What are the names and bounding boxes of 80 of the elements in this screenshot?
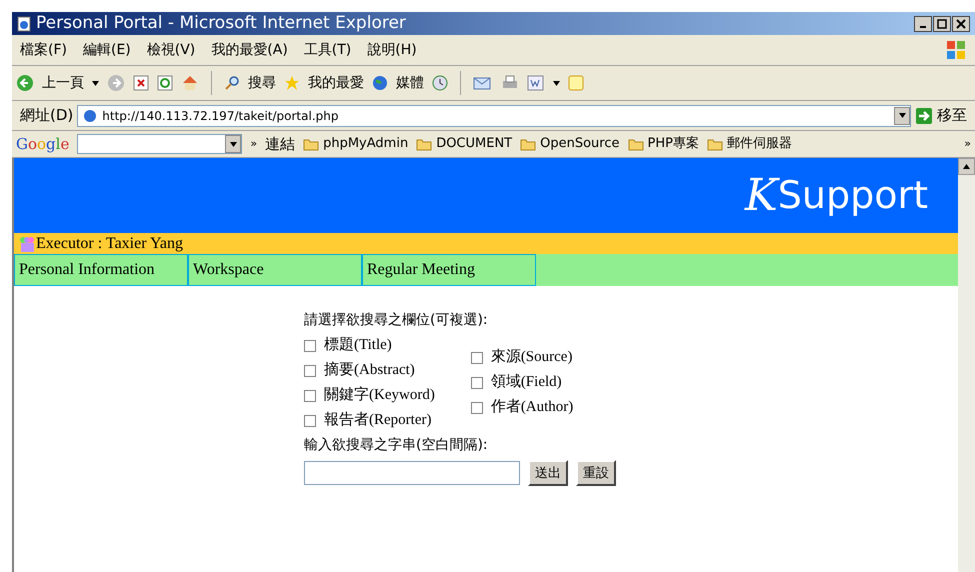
menu-item[interactable]: 說明(H) [367,40,417,60]
menu-item[interactable]: 編輯(E) [82,40,131,60]
media-button[interactable]: 媒體 [396,72,424,94]
checkbox-label: 來源(Source) [490,348,572,367]
favorites-button[interactable]: 我的最愛 [308,72,364,94]
dropdown-caret-icon[interactable] [230,142,237,146]
checkbox-label: 作者(Author) [490,398,574,417]
minimize-button[interactable] [914,16,932,32]
windows-flag-icon [945,39,967,61]
google-logo[interactable]: Google [16,132,70,156]
search-button[interactable]: 搜尋 [248,72,276,94]
link-item[interactable]: 郵件伺服器 [726,134,792,154]
folder-icon [706,138,723,150]
menu-item[interactable]: 我的最愛(A) [211,40,288,60]
link-item[interactable]: OpenSource [540,134,620,154]
menu-item[interactable]: 檢視(V) [146,40,196,60]
checkbox-label: 摘要(Abstract) [324,360,415,380]
link-item[interactable]: DOCUMENT [436,134,512,154]
address-label: 網址(D) [20,105,74,126]
checkbox[interactable] [470,352,483,364]
more-chevron[interactable]: » [964,136,971,152]
links-label: 連結 [265,134,296,155]
folder-icon [303,138,320,150]
checkbox[interactable] [304,364,316,376]
refresh-icon[interactable] [157,75,173,91]
dropdown-caret-icon[interactable] [553,80,560,86]
toolbar-chevron[interactable]: » [250,136,258,152]
close-button[interactable] [952,16,970,32]
mail-icon[interactable] [473,75,493,91]
browser-icon [16,16,32,32]
checkbox[interactable] [304,414,316,426]
query-label: 輸入欲搜尋之字串(空白間隔): [304,436,489,455]
checkbox-label: 標題(Title) [324,336,392,355]
folder-icon [520,138,536,150]
menu-item[interactable]: 檔案(F) [20,40,67,60]
note-icon[interactable] [568,75,584,91]
history-icon[interactable] [432,75,448,91]
back-button[interactable]: 上一頁 [42,72,84,94]
star-icon[interactable] [284,75,300,91]
search-icon[interactable] [224,75,240,91]
word-document-icon[interactable] [527,75,545,91]
folder-icon [628,138,644,150]
query-field[interactable] [304,461,520,485]
page-icon [82,108,98,124]
home-icon[interactable] [181,74,199,92]
nav-tab[interactable]: Personal Information [14,254,188,286]
scrollbar[interactable] [958,158,975,572]
close-icon [956,18,966,28]
address-field[interactable]: http://140.113.72.197/takeit/portal.php [77,104,911,126]
checkbox-label: 報告者(Reporter) [324,410,432,430]
field-prompt: 請選擇欲搜尋之欄位(可複選): [304,311,489,330]
maximize-button[interactable] [933,16,951,32]
checkbox[interactable] [304,340,316,352]
minimize-icon [920,26,926,28]
window-title: Personal Portal - Microsoft Internet Explorer [36,12,407,35]
globe-icon[interactable] [372,75,388,91]
people-icon [18,236,36,252]
checkbox[interactable] [304,390,316,402]
checkbox[interactable] [470,402,483,414]
checkbox[interactable] [470,376,483,388]
folder-icon [416,138,432,150]
nav-tab[interactable]: Workspace [188,254,362,286]
submit-button[interactable]: 送出 [528,460,568,486]
dropdown-caret-icon[interactable] [92,80,99,86]
executor-label: Executor : Taxier Yang [36,234,183,254]
dropdown-caret-icon[interactable] [898,113,906,118]
go-button[interactable]: 移至 [915,104,967,127]
scroll-up-icon[interactable] [963,164,970,169]
menu-item[interactable]: 工具(T) [304,40,352,60]
reset-button[interactable]: 重設 [576,460,616,486]
nav-tab[interactable]: Regular Meeting [362,254,536,286]
google-search-field[interactable] [77,134,242,154]
maximize-icon [937,18,947,28]
link-item[interactable]: phpMyAdmin [323,134,408,154]
stop-icon[interactable] [133,75,149,91]
printer-icon[interactable] [501,75,519,91]
link-item[interactable]: PHP專案 [648,134,699,154]
checkbox-label: 領域(Field) [490,372,562,392]
logo-k: K [744,168,778,222]
checkbox-label: 關鍵字(Keyword) [324,385,435,405]
